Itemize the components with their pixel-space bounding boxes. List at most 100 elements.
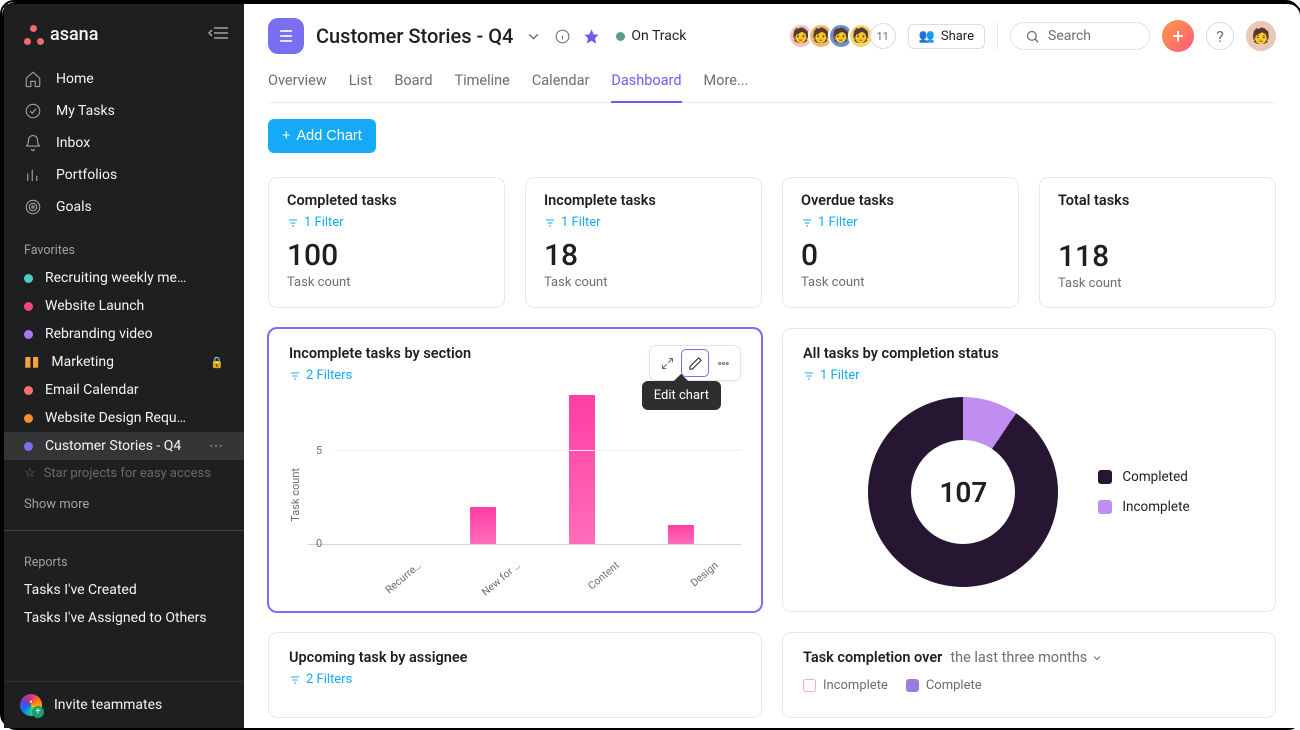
stat-card-incomplete[interactable]: Incomplete tasks 1 Filter 18 Task count xyxy=(525,177,762,308)
invite-label: Invite teammates xyxy=(54,697,162,713)
invite-icon xyxy=(20,694,42,716)
panel-upcoming-by-assignee[interactable]: Upcoming task by assignee 2 Filters xyxy=(268,632,762,718)
nav-label: My Tasks xyxy=(56,103,115,119)
chevron-down-icon[interactable] xyxy=(525,28,542,45)
panel-incomplete-by-section[interactable]: Incomplete tasks by section 2 Filters Ed… xyxy=(268,328,762,612)
project-color-dot xyxy=(24,302,33,311)
filter-link[interactable]: 2 Filters xyxy=(289,368,471,383)
x-tick: Recurre… xyxy=(377,559,424,601)
current-user-avatar[interactable]: 🧑 xyxy=(1246,21,1276,51)
tab-dashboard[interactable]: Dashboard xyxy=(611,66,681,103)
tab-calendar[interactable]: Calendar xyxy=(532,66,590,102)
divider xyxy=(997,22,998,50)
edit-chart-button[interactable] xyxy=(681,349,709,377)
share-button[interactable]: 👥Share xyxy=(908,24,985,49)
show-more-link[interactable]: Show more xyxy=(4,487,244,522)
legend-label: Incomplete xyxy=(1122,499,1189,515)
tab-board[interactable]: Board xyxy=(394,66,432,102)
info-icon[interactable] xyxy=(554,28,571,45)
time-range-select[interactable]: the last three months xyxy=(950,649,1103,666)
favorite-item[interactable]: Email Calendar xyxy=(4,376,244,404)
legend-swatch xyxy=(1098,500,1112,514)
panel-title: Incomplete tasks by section xyxy=(289,345,471,362)
add-chart-label: Add Chart xyxy=(296,128,361,144)
stat-card-completed[interactable]: Completed tasks 1 Filter 100 Task count xyxy=(268,177,505,308)
nav-goals[interactable]: Goals xyxy=(4,191,244,223)
expand-chart-button[interactable] xyxy=(653,349,681,377)
stat-card-total[interactable]: Total tasks 118 Task count xyxy=(1039,177,1276,308)
donut-center-value: 107 xyxy=(939,476,987,509)
project-tabs: Overview List Board Timeline Calendar Da… xyxy=(268,66,1276,103)
card-title: Incomplete tasks xyxy=(544,192,743,209)
favorite-item[interactable]: Website Design Requ… xyxy=(4,404,244,432)
stat-subtitle: Task count xyxy=(544,275,743,290)
panel-completion-status[interactable]: All tasks by completion status 1 Filter … xyxy=(782,328,1276,612)
legend-item: Incomplete xyxy=(803,678,888,693)
lock-icon: 🔒 xyxy=(210,356,224,369)
filter-link[interactable]: 1 Filter xyxy=(801,215,1000,230)
favorite-item[interactable]: ▮▮ Marketing 🔒 xyxy=(4,348,244,376)
bar-chart: Task count 5 0 Recurre… xyxy=(289,395,741,564)
tab-more[interactable]: More... xyxy=(704,66,749,102)
favorite-item[interactable]: Rebranding video xyxy=(4,320,244,348)
filter-label: 2 Filters xyxy=(306,368,352,383)
filter-link[interactable]: 1 Filter xyxy=(287,215,486,230)
nav-my-tasks[interactable]: My Tasks xyxy=(4,95,244,127)
filter-link[interactable]: 2 Filters xyxy=(289,672,741,687)
project-icon[interactable] xyxy=(268,18,304,54)
favorite-label: Marketing xyxy=(51,354,114,370)
tab-timeline[interactable]: Timeline xyxy=(455,66,510,102)
project-status[interactable]: On Track xyxy=(616,28,686,44)
search-icon xyxy=(1025,29,1040,44)
search-placeholder: Search xyxy=(1048,28,1091,44)
report-link[interactable]: Tasks I've Assigned to Others xyxy=(4,604,244,632)
project-color-dot xyxy=(24,442,33,451)
help-button[interactable]: ? xyxy=(1206,22,1234,50)
legend-item: Complete xyxy=(906,678,982,693)
star-icon[interactable] xyxy=(583,28,600,45)
more-icon[interactable]: ⋯ xyxy=(209,438,224,454)
project-title: Customer Stories - Q4 xyxy=(316,24,513,48)
panel-task-completion-over[interactable]: Task completion over the last three mont… xyxy=(782,632,1276,718)
legend-item: Incomplete xyxy=(1098,499,1189,515)
nav-home[interactable]: Home xyxy=(4,63,244,95)
stat-card-overdue[interactable]: Overdue tasks 1 Filter 0 Task count xyxy=(782,177,1019,308)
panel-title: Task completion over xyxy=(803,649,942,666)
sidebar-collapse-icon[interactable] xyxy=(208,26,228,44)
nav-label: Goals xyxy=(56,199,92,215)
tab-list[interactable]: List xyxy=(349,66,373,102)
legend-item: Completed xyxy=(1098,469,1189,485)
tab-overview[interactable]: Overview xyxy=(268,66,327,102)
favorite-item-active[interactable]: Customer Stories - Q4⋯ xyxy=(4,432,244,460)
stat-subtitle: Task count xyxy=(1058,276,1257,291)
nav-inbox[interactable]: Inbox xyxy=(4,127,244,159)
donut-legend: Completed Incomplete xyxy=(1098,469,1189,515)
filter-link[interactable]: 1 Filter xyxy=(803,368,1255,383)
favorites-heading: Favorites xyxy=(4,227,244,264)
add-chart-button[interactable]: +Add Chart xyxy=(268,119,376,153)
member-avatars[interactable]: 🧑 🧑 🧑 🧑 11 xyxy=(794,23,896,49)
nav-portfolios[interactable]: Portfolios xyxy=(4,159,244,191)
header: Customer Stories - Q4 On Track 🧑 🧑 🧑 🧑 1… xyxy=(244,4,1300,103)
invite-teammates[interactable]: Invite teammates xyxy=(4,681,244,728)
favorite-item[interactable]: Recruiting weekly me… xyxy=(4,264,244,292)
bar xyxy=(569,395,595,544)
more-actions-button[interactable] xyxy=(709,349,737,377)
sidebar: asana Home My Tasks Inbox Portfolios Goa… xyxy=(4,4,244,728)
panel-title: All tasks by completion status xyxy=(803,345,1255,362)
search-input[interactable]: Search xyxy=(1010,22,1150,50)
x-tick: Design xyxy=(675,559,722,601)
favorite-label: Email Calendar xyxy=(45,382,139,398)
filter-link[interactable]: 1 Filter xyxy=(544,215,743,230)
report-link[interactable]: Tasks I've Created xyxy=(4,576,244,604)
favorite-item[interactable]: Website Launch xyxy=(4,292,244,320)
sidebar-nav: Home My Tasks Inbox Portfolios Goals xyxy=(4,59,244,227)
bars-icon: ▮▮ xyxy=(24,354,39,370)
nav-label: Portfolios xyxy=(56,167,117,183)
brand-logo[interactable]: asana xyxy=(24,24,98,45)
y-tick: 0 xyxy=(316,537,322,550)
dashboard-content: +Add Chart Completed tasks 1 Filter 100 … xyxy=(244,103,1300,728)
omnibutton-add[interactable]: + xyxy=(1162,20,1194,52)
time-range-label: the last three months xyxy=(950,649,1087,666)
project-color-dot xyxy=(24,274,33,283)
